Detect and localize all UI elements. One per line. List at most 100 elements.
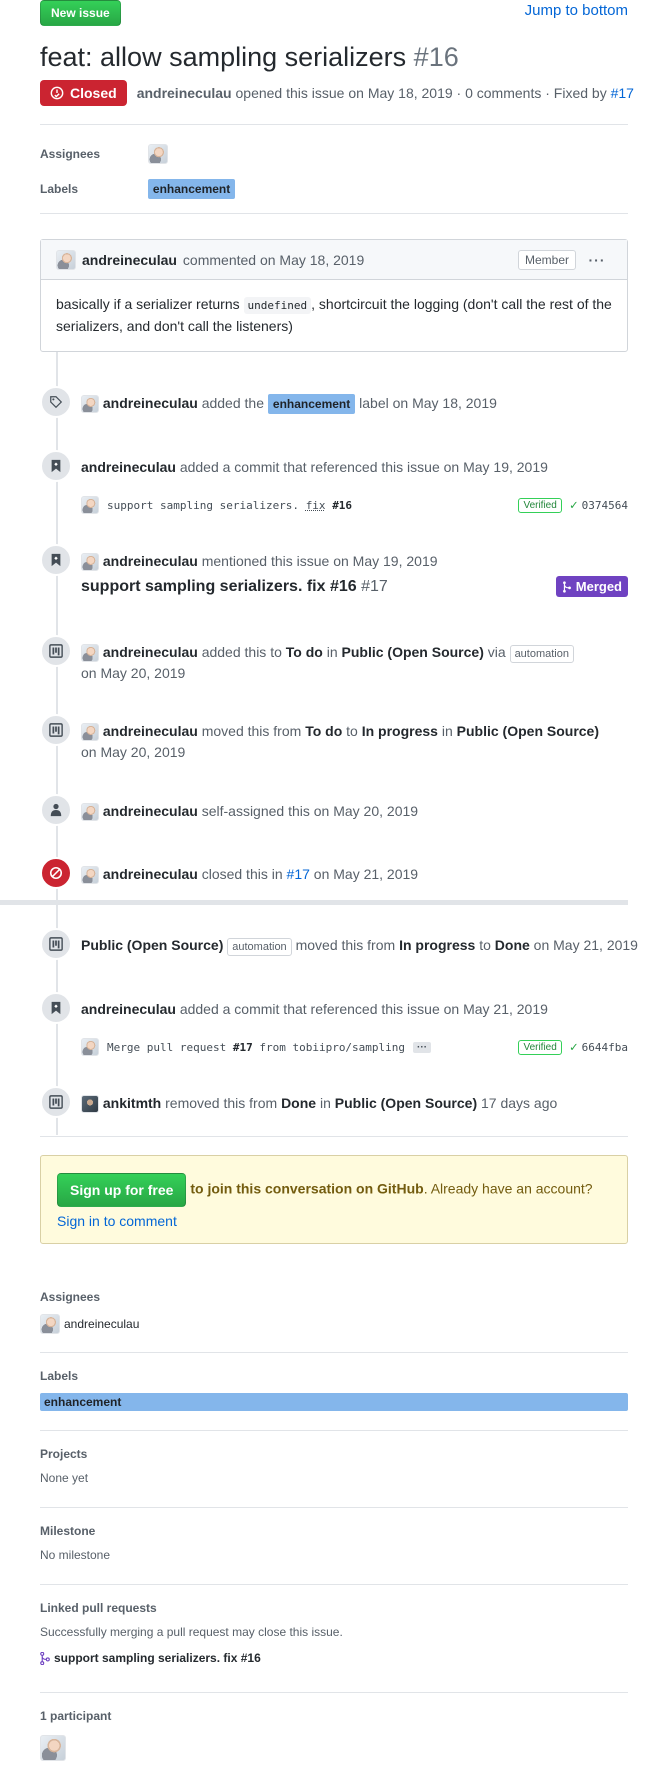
column-name: To do <box>285 644 323 660</box>
assignee-name[interactable]: andreineculau <box>64 1317 139 1331</box>
event-actor[interactable]: andreineculau <box>103 723 198 739</box>
pr-title-link[interactable]: support sampling serializers. fix #16 <box>81 578 357 595</box>
comment-avatar[interactable] <box>56 249 76 270</box>
comment-author[interactable]: andreineculau <box>82 252 177 268</box>
event-text: andreineculau added a commit that refere… <box>81 457 548 478</box>
linked-pr-item[interactable]: support sampling serializers. fix #16 <box>40 1651 628 1665</box>
sidebar-labels-title: Labels <box>40 1369 79 1383</box>
enhancement-label[interactable]: enhancement <box>147 179 236 199</box>
project-icon <box>40 714 72 746</box>
event-desc: moved this from <box>295 937 396 953</box>
event-actor[interactable]: ankitmth <box>103 1095 161 1111</box>
verified-badge[interactable]: Verified <box>518 497 562 513</box>
actor-avatar[interactable] <box>81 1095 99 1114</box>
event-actor[interactable]: andreineculau <box>103 553 198 569</box>
divider <box>40 1430 628 1431</box>
member-badge: Member <box>517 249 576 270</box>
timeline-event-labeled: andreineculau added the enhancement labe… <box>40 386 628 418</box>
timeline-event-assigned: andreineculau self-assigned this on May … <box>40 794 628 826</box>
divider <box>40 213 628 214</box>
column-name: To do <box>305 723 343 739</box>
fixed-by-link[interactable]: #17 <box>611 85 634 101</box>
signup-bold-text: to join this conversation on GitHub <box>190 1180 424 1197</box>
timeline-event-commit: andreineculau added a commit that refere… <box>40 992 628 1062</box>
header-assignees: Assignees <box>40 144 628 164</box>
actor-avatar[interactable] <box>81 553 99 572</box>
issue-meta-desc: opened this issue on May 18, 2019 · 0 co… <box>235 85 607 101</box>
check-icon: ✓ <box>569 497 578 513</box>
jump-to-bottom-link[interactable]: Jump to bottom <box>525 2 628 19</box>
commit-ref[interactable]: #16 <box>332 499 352 512</box>
issue-number: #16 <box>413 42 459 72</box>
project-link[interactable]: Public (Open Source) <box>457 723 599 739</box>
actor-avatar[interactable] <box>81 803 99 822</box>
linked-pr-title[interactable]: support sampling serializers. fix #16 <box>54 1651 261 1665</box>
expand-commit-button[interactable]: ··· <box>413 1041 432 1053</box>
event-text: andreineculau mentioned this issue on Ma… <box>81 551 438 572</box>
commit-text: fix <box>305 498 326 512</box>
divider <box>40 1136 628 1137</box>
actor-avatar[interactable] <box>81 644 99 663</box>
assignee-avatar[interactable] <box>147 144 168 164</box>
sidebar-labels: Labels enhancement <box>40 1369 628 1411</box>
enhancement-label[interactable]: enhancement <box>40 1393 628 1411</box>
commit-message[interactable]: support sampling serializers. fix #16 <box>107 499 352 512</box>
assignee-avatar[interactable] <box>40 1314 60 1334</box>
actor-avatar[interactable] <box>81 866 99 885</box>
event-actor[interactable]: andreineculau <box>103 395 198 411</box>
actor-avatar[interactable] <box>81 395 99 414</box>
event-date: 17 days ago <box>481 1095 558 1111</box>
sidebar-projects-title: Projects <box>40 1447 88 1461</box>
automation-pill: automation <box>509 645 574 663</box>
event-desc: label on May 18, 2019 <box>359 395 497 411</box>
event-actor[interactable]: andreineculau <box>103 866 198 882</box>
closing-pr-link[interactable]: #17 <box>287 866 310 882</box>
event-actor[interactable]: andreineculau <box>103 644 198 660</box>
project-link[interactable]: Public (Open Source) <box>81 937 223 953</box>
sign-in-link[interactable]: Sign in to comment <box>57 1213 177 1229</box>
event-date: on May 20, 2019 <box>81 744 186 760</box>
sidebar-assignees: Assignees andreineculau <box>40 1290 628 1334</box>
sidebar-milestone: Milestone No milestone <box>40 1524 628 1562</box>
event-actor[interactable]: andreineculau <box>81 1001 176 1017</box>
participant-avatar[interactable] <box>40 1735 66 1761</box>
bookmark-icon <box>40 992 72 1024</box>
person-icon <box>40 794 72 826</box>
enhancement-label[interactable]: enhancement <box>267 394 356 414</box>
verified-badge[interactable]: Verified <box>518 1039 562 1055</box>
event-actor[interactable]: andreineculau <box>81 459 176 475</box>
sign-up-button[interactable]: Sign up for free <box>57 1173 187 1207</box>
timeline-event-project-moved: andreineculau moved this from To do to I… <box>40 714 628 766</box>
timeline-event-project-moved-done: Public (Open Source) automation moved th… <box>40 928 638 960</box>
project-link[interactable]: Public (Open Source) <box>342 644 484 660</box>
participants-title: 1 participant <box>40 1709 112 1723</box>
new-issue-button[interactable]: New issue <box>40 0 121 26</box>
timeline-event-mentioned: andreineculau mentioned this issue on Ma… <box>40 544 628 604</box>
assignee-entry[interactable]: andreineculau <box>40 1314 628 1334</box>
timeline-event-commit: andreineculau added a commit that refere… <box>40 450 628 520</box>
event-desc: moved this from <box>201 723 302 739</box>
project-link[interactable]: Public (Open Source) <box>335 1095 477 1111</box>
event-text: andreineculau closed this in #17 on May … <box>81 864 418 885</box>
signup-prompt: Sign up for free to join this conversati… <box>40 1155 628 1244</box>
commit-avatar[interactable] <box>81 496 99 514</box>
commit-sha[interactable]: ✓ 0374564 <box>570 498 628 513</box>
issue-author[interactable]: andreineculau <box>137 85 232 101</box>
commit-ref[interactable]: #17 <box>233 1041 253 1054</box>
comment-menu-icon[interactable]: ··· <box>582 252 612 268</box>
project-icon <box>40 1086 72 1118</box>
column-name: Done <box>281 1095 317 1111</box>
sidebar-linked-title: Linked pull requests <box>40 1601 157 1615</box>
commit-sha[interactable]: ✓ 6644fba <box>570 1040 628 1055</box>
commit-avatar[interactable] <box>81 1038 99 1056</box>
commit-message[interactable]: Merge pull request #17 from tobiipro/sam… <box>107 1041 405 1054</box>
actor-avatar[interactable] <box>81 723 99 742</box>
event-desc: in <box>326 644 338 660</box>
event-desc: to <box>346 723 358 739</box>
timeline-event-closed: andreineculau closed this in #17 on May … <box>40 857 628 889</box>
timeline-event-project-added: andreineculau added this to To do in Pub… <box>40 635 628 687</box>
divider <box>40 1584 628 1585</box>
project-icon <box>40 635 72 667</box>
event-actor[interactable]: andreineculau <box>103 803 198 819</box>
sha-text: 6644fba <box>581 1040 628 1054</box>
